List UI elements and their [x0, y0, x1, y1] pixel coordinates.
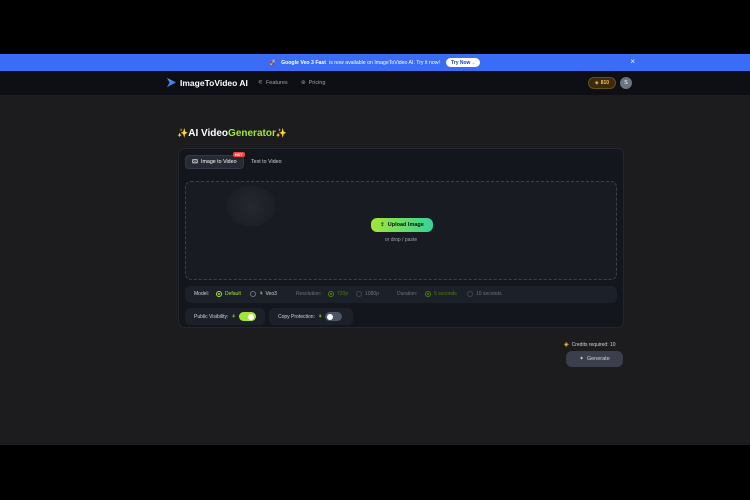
duration-5-option[interactable]: 5 seconds [425, 291, 457, 297]
main-content: ✨ AI Video Generator ✨ 🖾 Image to Video … [0, 95, 750, 445]
title-part-1: AI Video [188, 128, 229, 139]
features-icon: ⚟ [258, 80, 263, 86]
credits-balance-value: 810 [600, 80, 610, 86]
radio-selected-icon [216, 291, 222, 297]
resolution-1080-label: 1080p [365, 291, 379, 297]
nav-features-label: Features [265, 80, 288, 86]
toggle-knob [326, 313, 333, 320]
announcement-message: is now available on ImageToVideo AI. Try… [329, 59, 440, 66]
hot-badge: HOT [233, 152, 245, 157]
bottom-letterbox [0, 445, 750, 500]
close-icon[interactable]: × [630, 57, 635, 67]
duration-10-option[interactable]: 10 seconds [467, 291, 502, 297]
toggle-knob [248, 313, 255, 320]
sparkle-icon: ✨ [177, 128, 189, 138]
tab-image-to-video[interactable]: 🖾 Image to Video [185, 155, 244, 169]
public-visibility-row: Public Visibility: ⚘ [185, 308, 265, 325]
generator-card: 🖾 Image to Video HOT Text to Video ⇪ Upl… [178, 148, 624, 328]
app-root: 🚀 Google Veo 3 Fast is now available on … [0, 0, 750, 500]
nav-features[interactable]: ⚟ Features [258, 80, 288, 86]
pricing-icon: ⊛ [301, 80, 306, 86]
try-now-button[interactable]: Try Now→ [445, 58, 481, 67]
tab-text-to-video[interactable]: Text to Video [245, 155, 288, 169]
badge-icon: ⚘ [259, 291, 264, 297]
radio-icon [356, 291, 362, 297]
dropzone-glow [226, 186, 276, 226]
generate-label: Generate [586, 356, 610, 362]
rocket-icon: 🚀 [269, 60, 278, 66]
model-label: Model: [194, 291, 209, 297]
coins-icon: ◈ [594, 80, 599, 86]
copy-protection-label: Copy Protection: [278, 313, 315, 320]
badge-icon: ⚘ [317, 313, 323, 320]
copy-protection: Copy Protection: ⚘ [278, 312, 343, 321]
radio-icon [467, 291, 473, 297]
model-default-option[interactable]: Default [216, 291, 241, 297]
credits-balance[interactable]: ◈ 810 [588, 77, 616, 89]
announcement-product: Google Veo 3 Fast [281, 59, 327, 66]
generation-options: Model: Default ⚘ Veo3 Resolution: 720p 1… [185, 286, 617, 303]
public-visibility: Public Visibility: ⚘ [194, 312, 256, 321]
upload-image-button[interactable]: ⇪ Upload Image [371, 218, 433, 232]
page-title: ✨ AI Video Generator ✨ [177, 128, 287, 139]
logo-text[interactable]: ImageToVideo AI [180, 78, 248, 88]
sparkle-icon: ✨ [275, 128, 288, 138]
logo-icon[interactable] [166, 77, 177, 88]
avatar[interactable]: S [620, 77, 632, 89]
image-icon: 🖾 [192, 158, 198, 165]
tab-text-to-video-label: Text to Video [251, 159, 282, 165]
model-veo3-label: Veo3 [265, 291, 277, 297]
copy-protection-toggle[interactable] [325, 312, 343, 321]
copy-protection-row: Copy Protection: ⚘ [269, 308, 353, 325]
duration-5-label: 5 seconds [434, 291, 457, 297]
nav-pricing[interactable]: ⊛ Pricing [301, 80, 325, 86]
upload-icon: ⇪ [380, 222, 385, 228]
model-veo3-option[interactable]: ⚘ Veo3 [250, 291, 277, 297]
radio-icon [250, 291, 256, 297]
resolution-720-label: 720p [337, 291, 349, 297]
upload-dropzone[interactable]: ⇪ Upload Image or drop / paste [185, 181, 617, 280]
resolution-label-text: Resolution: [296, 291, 322, 297]
duration-10-label: 10 seconds [476, 291, 502, 297]
resolution-label: Resolution: [296, 291, 321, 297]
credits-required-text: Credits required: 10 [571, 341, 616, 348]
resolution-720-option[interactable]: 720p [328, 291, 348, 297]
radio-selected-icon [328, 291, 334, 297]
title-part-2: Generator [228, 128, 276, 139]
sparkle-icon: ✦ [579, 356, 584, 362]
nav-pricing-label: Pricing [308, 80, 326, 86]
resolution-1080-option[interactable]: 1080p [356, 291, 379, 297]
model-default-label: Default [225, 291, 241, 297]
duration-label: Duration: [397, 291, 417, 297]
announcement-bar: 🚀 Google Veo 3 Fast is now available on … [0, 54, 750, 71]
badge-icon: ⚘ [231, 313, 236, 320]
public-visibility-toggle[interactable] [238, 312, 256, 321]
public-visibility-label: Public Visibility: [194, 313, 229, 320]
model-label-text: Model: [194, 291, 210, 297]
duration-label-text: Duration: [397, 291, 418, 297]
upload-hint: or drop / paste [384, 237, 418, 243]
tab-image-to-video-label: Image to Video [200, 159, 237, 165]
radio-selected-icon [425, 291, 431, 297]
upload-image-label: Upload Image [387, 222, 424, 228]
generate-button[interactable]: ✦ Generate [566, 351, 623, 367]
coins-icon: ◈ [564, 342, 569, 348]
credits-required: ◈ Credits required: 10 [564, 341, 616, 349]
top-header: ImageToVideo AI ⚟ Features ⊛ Pricing ◈ 8… [0, 71, 750, 95]
